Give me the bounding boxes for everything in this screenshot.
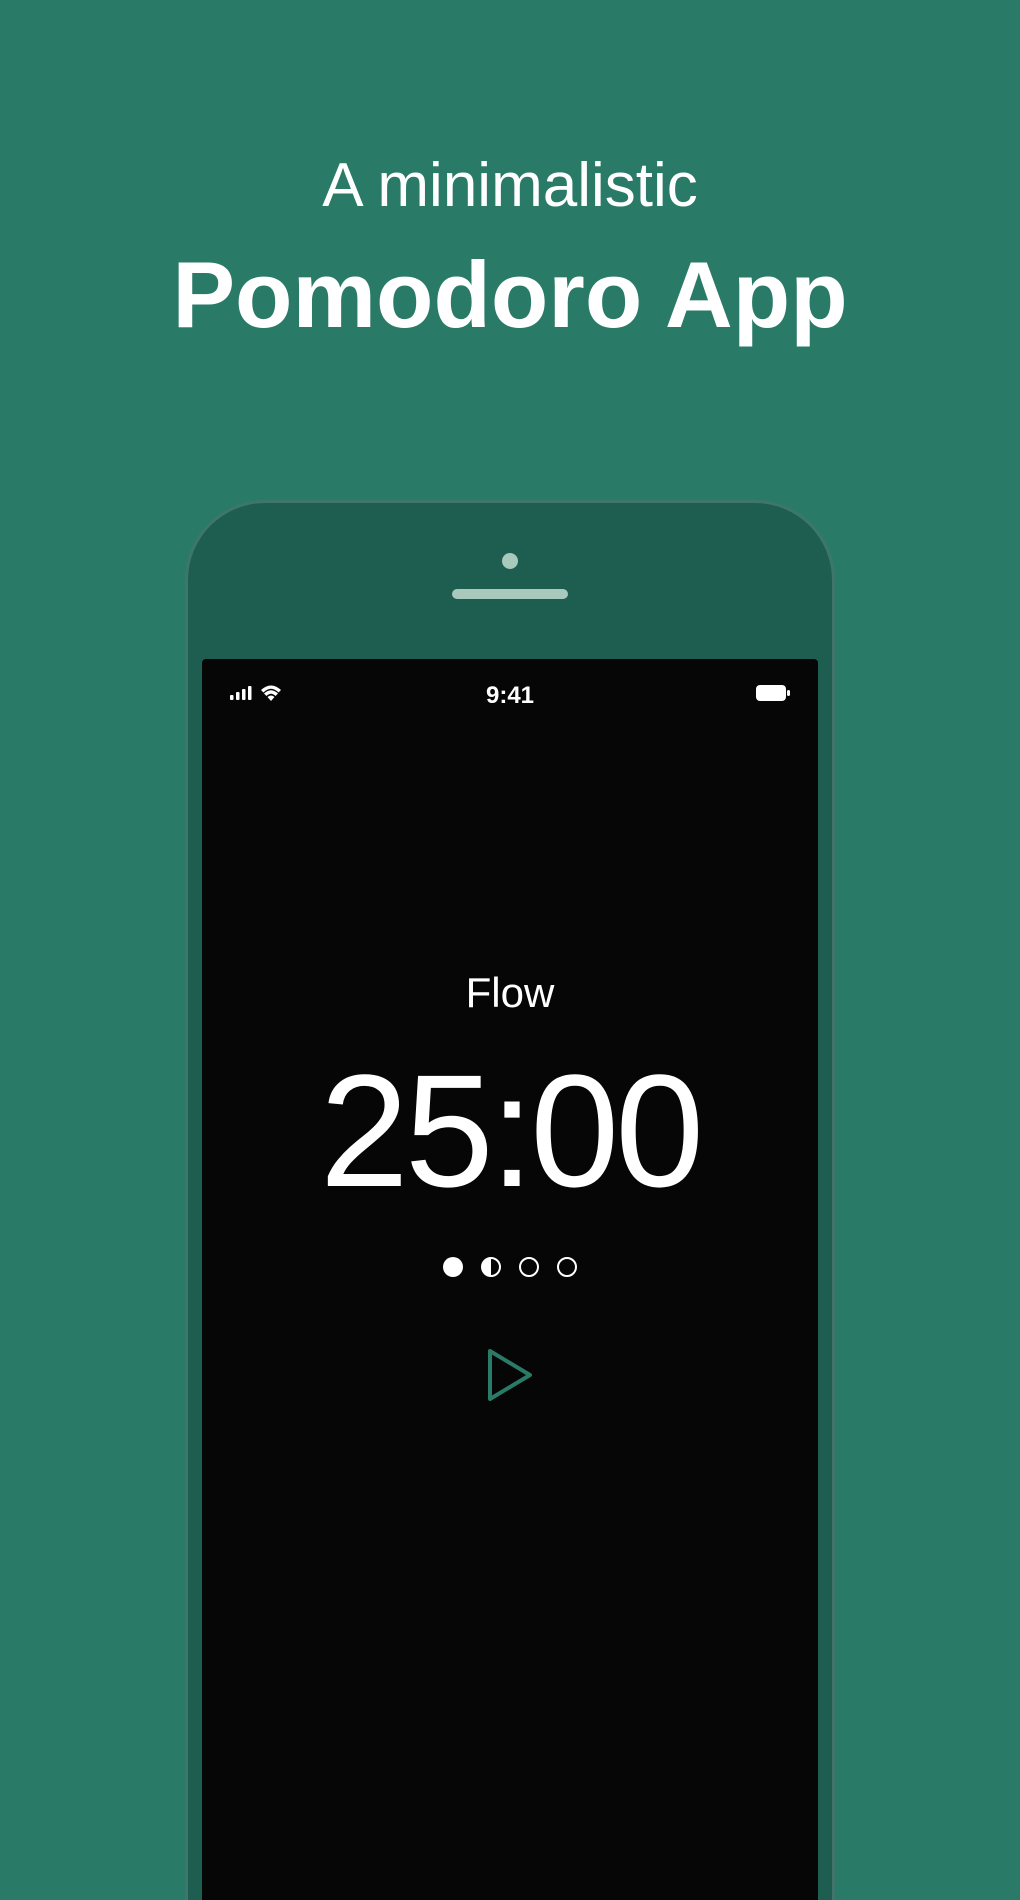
play-button[interactable] bbox=[202, 1347, 818, 1408]
cellular-signal-icon bbox=[230, 686, 252, 705]
phone-camera-dot bbox=[502, 553, 518, 569]
subtitle-text: A minimalistic bbox=[0, 150, 1020, 221]
status-bar-time: 9:41 bbox=[486, 682, 534, 710]
timer-content: Flow 25:00 bbox=[202, 969, 818, 1408]
title-text: Pomodoro App bbox=[0, 241, 1020, 349]
session-dot-2 bbox=[481, 1257, 501, 1277]
timer-display: 25:00 bbox=[202, 1047, 818, 1215]
session-dot-4 bbox=[557, 1257, 577, 1277]
phone-screen: 9:41 Flow 25:00 bbox=[202, 659, 818, 1900]
wifi-icon bbox=[260, 685, 282, 706]
status-left-group bbox=[230, 685, 282, 706]
play-icon bbox=[486, 1347, 534, 1408]
phone-speaker-slot bbox=[452, 589, 568, 599]
session-label: Flow bbox=[202, 969, 818, 1017]
phone-frame: 9:41 Flow 25:00 bbox=[185, 500, 835, 1900]
status-bar: 9:41 bbox=[202, 659, 818, 706]
session-dot-1 bbox=[443, 1257, 463, 1277]
session-pagination bbox=[202, 1257, 818, 1277]
battery-icon bbox=[756, 685, 790, 706]
marketing-header: A minimalistic Pomodoro App bbox=[0, 0, 1020, 349]
status-right-group bbox=[756, 685, 790, 706]
session-dot-3 bbox=[519, 1257, 539, 1277]
